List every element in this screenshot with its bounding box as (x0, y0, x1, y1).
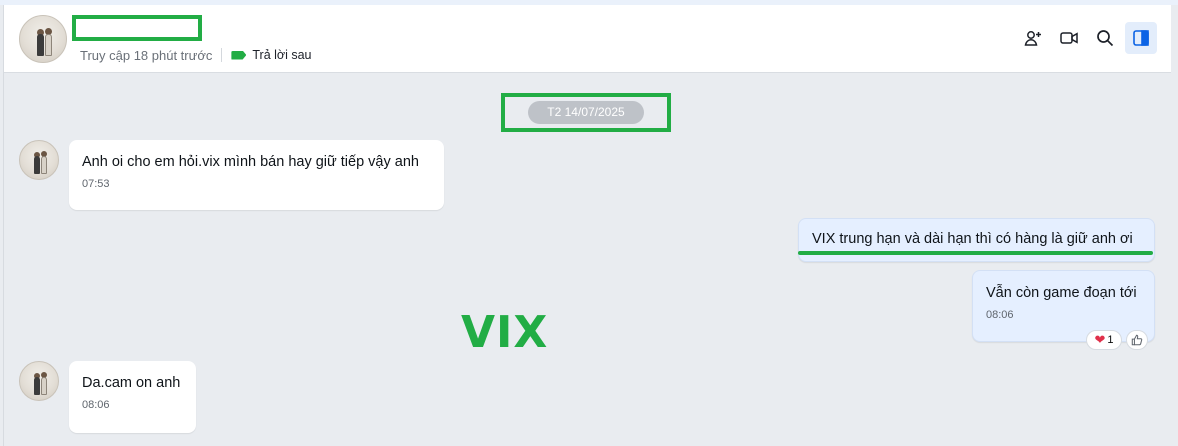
message-text: Vẫn còn game đoạn tới (986, 285, 1137, 301)
chat-window: Truy cập 18 phút trước Trả lời sau T2 14… (3, 5, 1171, 446)
contact-name-redacted (72, 15, 202, 41)
message-text: VIX trung hạn và dài hạn thì có hàng là … (812, 231, 1133, 247)
message-time: 08:06 (986, 309, 1014, 321)
sidebar-toggle-icon[interactable] (1125, 22, 1157, 54)
contact-avatar[interactable] (19, 15, 67, 63)
chat-header: Truy cập 18 phút trước Trả lời sau (4, 5, 1171, 73)
message-bubble-me[interactable]: VIX trung hạn và dài hạn thì có hàng là … (798, 218, 1155, 262)
message-text: Da.cam on anh (82, 375, 181, 391)
add-member-icon[interactable] (1017, 22, 1049, 54)
label-tag-text[interactable]: Trả lời sau (252, 48, 311, 62)
heart-icon: ❤ (1094, 332, 1106, 347)
reaction-badge[interactable]: ❤ 1 (1086, 330, 1122, 350)
date-separator: T2 14/07/2025 (528, 101, 644, 124)
date-highlight-box: T2 14/07/2025 (501, 93, 671, 132)
header-actions (1013, 22, 1157, 54)
divider (221, 48, 223, 62)
video-call-icon[interactable] (1053, 22, 1085, 54)
highlight-underline (798, 251, 1153, 255)
message-time: 08:06 (82, 399, 110, 411)
label-tag-icon (231, 50, 247, 60)
message-bubble-contact[interactable]: Anh oi cho em hỏi.vix mình bán hay giữ t… (69, 140, 444, 210)
last-access-text: Truy cập 18 phút trước (80, 47, 213, 63)
message-time: 07:53 (82, 178, 110, 190)
contact-avatar-small[interactable] (19, 140, 59, 180)
contact-status: Truy cập 18 phút trước Trả lời sau (80, 46, 312, 64)
message-bubble-me[interactable]: Vẫn còn game đoạn tới 08:06 (972, 270, 1155, 342)
react-button[interactable] (1126, 330, 1148, 350)
search-icon[interactable] (1089, 22, 1121, 54)
message-bubble-contact[interactable]: Da.cam on anh 08:06 (69, 361, 196, 433)
contact-avatar-small[interactable] (19, 361, 59, 401)
reaction-count: 1 (1107, 334, 1114, 346)
watermark-text: VIX (461, 307, 549, 358)
message-text: Anh oi cho em hỏi.vix mình bán hay giữ t… (82, 154, 419, 170)
thumbs-up-icon (1131, 334, 1143, 346)
